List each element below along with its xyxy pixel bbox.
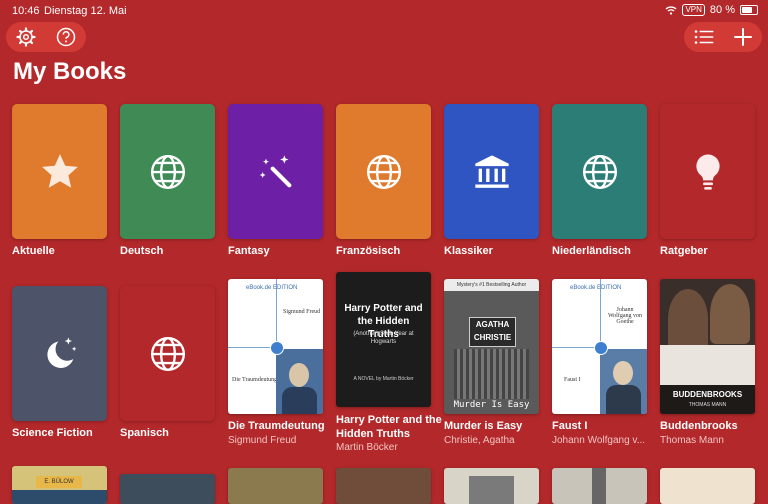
gear-icon (16, 27, 36, 47)
book-cover-row3-2[interactable] (120, 474, 215, 504)
status-indicators: VPN 80 % (665, 4, 758, 16)
folder-label-ratgeber: Ratgeber (660, 245, 708, 257)
status-date: Dienstag 12. Mai (44, 5, 127, 17)
cover-author: THOMAS MANN (688, 402, 727, 408)
battery-percent: 80 % (709, 4, 735, 16)
folder-klassiker[interactable] (444, 104, 539, 239)
book-cover-row3-5[interactable] (444, 468, 539, 504)
cover-figure (668, 289, 708, 349)
cover-portrait (276, 349, 323, 414)
plus-icon (733, 28, 752, 46)
settings-button[interactable] (12, 23, 40, 51)
folder-aktuelle[interactable] (12, 104, 107, 239)
book-cover-row3-1[interactable]: E. BÜLOW (12, 466, 107, 504)
globe-icon (150, 336, 185, 371)
book-author-buddenbrooks: Thomas Mann (660, 435, 724, 446)
moon-stars-icon (46, 336, 76, 368)
battery-icon (740, 5, 758, 15)
folder-label-franzoesisch: Französisch (336, 245, 401, 257)
cover-collar-area (660, 345, 755, 385)
list-view-button[interactable] (690, 23, 718, 51)
cover-badge: E. BÜLOW (36, 476, 82, 488)
book-author-harry-potter: Martin Böcker (336, 442, 398, 453)
book-cover-row3-6[interactable] (552, 468, 647, 504)
museum-icon (474, 154, 509, 188)
folder-franzoesisch[interactable] (336, 104, 431, 239)
toolbar-left (6, 22, 86, 52)
folder-science-fiction[interactable] (12, 286, 107, 421)
book-cover-row3-4[interactable] (336, 468, 431, 504)
add-button[interactable] (729, 23, 757, 51)
cover-title: Murder Is Easy (453, 400, 530, 410)
magic-wand-icon (259, 154, 291, 187)
globe-icon (150, 154, 185, 189)
help-button[interactable] (52, 23, 80, 51)
folder-fantasy[interactable] (228, 104, 323, 239)
cover-edition-badge: eBook.de EDITION (570, 285, 622, 291)
folder-label-deutsch: Deutsch (120, 245, 164, 257)
folder-spanisch[interactable] (120, 286, 215, 421)
cover-edition-badge: eBook.de EDITION (246, 285, 298, 291)
folder-label-spanisch: Spanisch (120, 427, 169, 439)
cover-byline: A NOVEL by Martin Böcker (353, 376, 414, 382)
cover-portrait (600, 349, 647, 414)
question-icon (56, 27, 76, 47)
folder-label-niederlaendisch: Niederländisch (552, 245, 631, 257)
book-cover-murder-is-easy[interactable]: Mystery's #1 Bestselling Author AGATHA C… (444, 279, 539, 414)
star-icon (41, 153, 78, 188)
check-badge-icon (270, 341, 284, 355)
book-cover-row3-3[interactable] (228, 468, 323, 504)
cover-title: BUDDENBROOKS (672, 390, 743, 399)
cover-author: Johann Wolfgang von Goethe (607, 307, 642, 325)
book-author-faust: Johann Wolfgang v... (552, 435, 646, 446)
book-title-murder-is-easy: Murder is Easy (444, 420, 523, 432)
cover-illustration (12, 490, 107, 504)
status-bar: 10:46 Dienstag 12. Mai VPN 80 % (0, 0, 768, 22)
folder-label-klassiker: Klassiker (444, 245, 493, 257)
book-cover-traumdeutung[interactable]: eBook.de EDITION Sigmund Freud Die Traum… (228, 279, 323, 414)
cover-illustration (454, 349, 529, 399)
list-icon (694, 30, 713, 44)
folder-label-science-fiction: Science Fiction (12, 427, 93, 439)
page-title: My Books (13, 58, 127, 85)
book-cover-row3-7[interactable] (660, 468, 755, 504)
lightbulb-icon (695, 154, 720, 190)
book-cover-harry-potter[interactable]: Harry Potter and the Hidden Truths (Anot… (336, 272, 431, 407)
cover-figure (710, 284, 750, 344)
globe-icon (366, 154, 401, 189)
book-title-harry-potter: Harry Potter and the Hidden Truths (336, 414, 442, 440)
cover-tagline: Mystery's #1 Bestselling Author (444, 279, 539, 291)
folder-niederlaendisch[interactable] (552, 104, 647, 239)
book-author-traumdeutung: Sigmund Freud (228, 435, 297, 446)
globe-icon (582, 154, 617, 189)
folder-label-fantasy: Fantasy (228, 245, 270, 257)
book-cover-buddenbrooks[interactable]: BUDDENBROOKS THOMAS MANN (660, 279, 755, 414)
cover-illustration (469, 476, 514, 504)
cover-title: Faust I (564, 377, 581, 383)
book-cover-faust[interactable]: eBook.de EDITION Johann Wolfgang von Goe… (552, 279, 647, 414)
cover-author: Sigmund Freud (283, 309, 321, 315)
wifi-icon (666, 5, 677, 15)
vpn-badge: VPN (682, 4, 705, 16)
book-author-murder-is-easy: Christie, Agatha (444, 435, 515, 446)
folder-deutsch[interactable] (120, 104, 215, 239)
toolbar-right (684, 22, 762, 52)
cover-brand: AGATHA CHRISTIE (469, 317, 516, 347)
folder-ratgeber[interactable] (660, 104, 755, 239)
cover-title: Die Traumdeutung (232, 377, 278, 383)
cover-subtitle: (Another) Sixth Year at Hogwarts (353, 331, 414, 345)
book-title-buddenbrooks: Buddenbrooks (660, 420, 738, 432)
folder-label-aktuelle: Aktuelle (12, 245, 55, 257)
check-badge-icon (594, 341, 608, 355)
status-time: 10:46 (12, 5, 40, 17)
book-title-faust: Faust I (552, 420, 588, 432)
cover-illustration (592, 468, 606, 504)
book-title-traumdeutung: Die Traumdeutung (228, 420, 325, 432)
